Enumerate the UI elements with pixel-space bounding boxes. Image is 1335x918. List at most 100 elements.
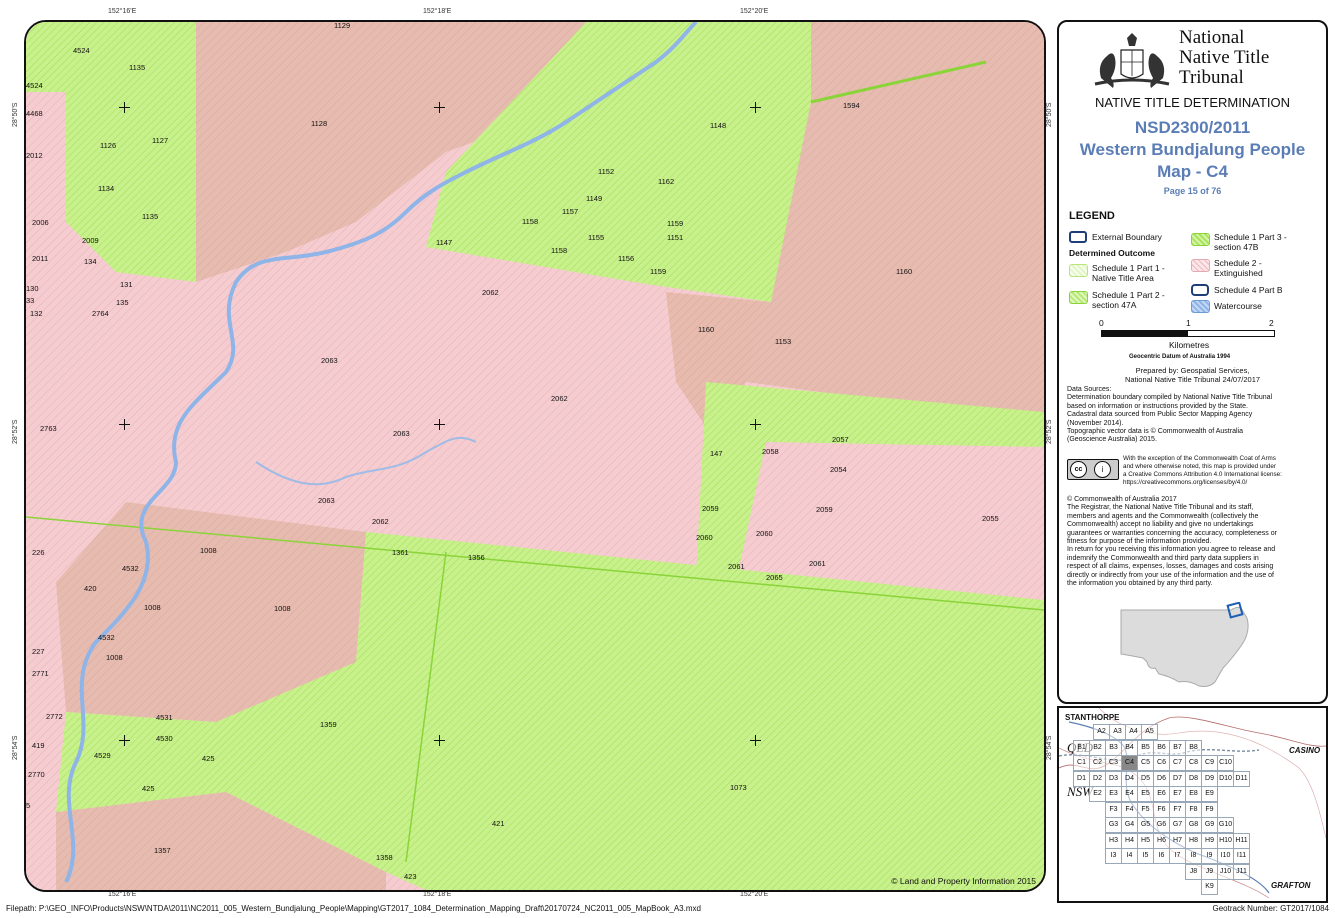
- map-index-cell-c7[interactable]: C7: [1169, 755, 1186, 771]
- map-index-cell-a3[interactable]: A3: [1109, 724, 1126, 740]
- map-index-cell-b1[interactable]: B1: [1073, 739, 1090, 756]
- map-index-cell-h7[interactable]: H7: [1169, 832, 1186, 849]
- map-index-cell-g6[interactable]: G6: [1153, 817, 1170, 833]
- map-index-cell-i3[interactable]: I3: [1105, 848, 1122, 864]
- map-index-cell-d10[interactable]: D10: [1217, 770, 1234, 787]
- determination-heading: NATIVE TITLE DETERMINATION: [1094, 95, 1291, 110]
- map-index-cell-k9[interactable]: K9: [1201, 879, 1218, 895]
- map-index-cell-d11[interactable]: D11: [1233, 770, 1250, 787]
- map-index-cell-h4[interactable]: H4: [1121, 832, 1138, 849]
- map-index-cell-j8[interactable]: J8: [1185, 863, 1202, 880]
- map-index-cell-g10[interactable]: G10: [1217, 817, 1234, 833]
- map-index-cell-g9[interactable]: G9: [1201, 817, 1218, 833]
- map-index-cell-h10[interactable]: H10: [1217, 832, 1234, 849]
- map-index-cell-j10[interactable]: J10: [1217, 863, 1234, 880]
- map-index-cell-f4[interactable]: F4: [1121, 801, 1138, 818]
- map-index-cell-d5[interactable]: D5: [1137, 770, 1154, 787]
- parcel-label: 2057: [832, 435, 849, 444]
- map-index-cell-e6[interactable]: E6: [1153, 786, 1170, 802]
- map-index-cell-a2[interactable]: A2: [1093, 724, 1110, 740]
- map-index-cell-i9[interactable]: I9: [1201, 848, 1218, 864]
- grid-cross: [750, 735, 761, 746]
- parcel-label: 1153: [775, 337, 792, 346]
- map-index-cell-e3[interactable]: E3: [1105, 786, 1122, 802]
- map-index-cell-d4[interactable]: D4: [1121, 770, 1138, 787]
- map-index-cell-e4[interactable]: E4: [1121, 786, 1138, 802]
- map-index-cell-c10[interactable]: C10: [1217, 755, 1234, 771]
- parcel-label: 2011: [32, 254, 49, 263]
- map-index-cell-b8[interactable]: B8: [1185, 739, 1202, 756]
- map-index-cell-e2[interactable]: E2: [1089, 786, 1106, 802]
- parcel-label: 1156: [618, 254, 635, 263]
- parcel-label: 1129: [334, 21, 351, 30]
- map-index-cell-f7[interactable]: F7: [1169, 801, 1186, 818]
- map-index-cell-i6[interactable]: I6: [1153, 848, 1170, 864]
- map-index-cell-f5[interactable]: F5: [1137, 801, 1154, 818]
- grid-cross: [434, 419, 445, 430]
- map-index-cell-g8[interactable]: G8: [1185, 817, 1202, 833]
- mapbook-index: STANTHORPE CASINO GRAFTON QLD NSW A2A3A4…: [1057, 706, 1328, 903]
- legend-panel: National Native Title Tribunal NATIVE TI…: [1057, 20, 1328, 704]
- map-index-cell-g4[interactable]: G4: [1121, 817, 1138, 833]
- parcel-label: 2060: [696, 533, 713, 542]
- map-index-cell-c6[interactable]: C6: [1153, 755, 1170, 771]
- map-index-cell-d2[interactable]: D2: [1089, 770, 1106, 787]
- map-index-cell-b4[interactable]: B4: [1121, 739, 1138, 756]
- map-index-cell-d1[interactable]: D1: [1073, 770, 1090, 787]
- parcel-label: 1073: [730, 783, 747, 792]
- schedule1-part1-swatch: [1069, 264, 1088, 277]
- parcel-label: 1126: [100, 141, 117, 150]
- map-index-cell-h5[interactable]: H5: [1137, 832, 1154, 849]
- schedule1-part3-swatch: [1191, 233, 1210, 246]
- map-index-cell-e5[interactable]: E5: [1137, 786, 1154, 802]
- map-index-cell-j9[interactable]: J9: [1201, 863, 1218, 880]
- map-index-cell-h11[interactable]: H11: [1233, 832, 1250, 849]
- map-index-cell-b7[interactable]: B7: [1169, 739, 1186, 756]
- map-index-cell-c1[interactable]: C1: [1073, 755, 1090, 771]
- parcel-label: 1155: [588, 233, 605, 242]
- map-index-cell-c2[interactable]: C2: [1089, 755, 1106, 771]
- map-index-cell-e9[interactable]: E9: [1201, 786, 1218, 802]
- map-index-cell-h3[interactable]: H3: [1105, 832, 1122, 849]
- map-index-cell-g3[interactable]: G3: [1105, 817, 1122, 833]
- map-index-cell-b3[interactable]: B3: [1105, 739, 1122, 756]
- map-index-cell-g5[interactable]: G5: [1137, 817, 1154, 833]
- map-index-cell-d8[interactable]: D8: [1185, 770, 1202, 787]
- map-index-cell-f6[interactable]: F6: [1153, 801, 1170, 818]
- grid-cross: [119, 102, 130, 113]
- map-index-cell-f9[interactable]: F9: [1201, 801, 1218, 818]
- map-index-cell-g7[interactable]: G7: [1169, 817, 1186, 833]
- map-index-cell-h6[interactable]: H6: [1153, 832, 1170, 849]
- map-index-cell-i8[interactable]: I8: [1185, 848, 1202, 864]
- map-index-cell-c4[interactable]: C4: [1121, 755, 1138, 771]
- map-index-cell-f8[interactable]: F8: [1185, 801, 1202, 818]
- map-index-cell-f3[interactable]: F3: [1105, 801, 1122, 818]
- map-index-cell-j11[interactable]: J11: [1233, 863, 1250, 880]
- scale-tick-1: 1: [1186, 318, 1191, 328]
- map-index-cell-i7[interactable]: I7: [1169, 848, 1186, 864]
- map-index-cell-e7[interactable]: E7: [1169, 786, 1186, 802]
- map-index-cell-b2[interactable]: B2: [1089, 739, 1106, 756]
- map-index-cell-d6[interactable]: D6: [1153, 770, 1170, 787]
- map-index-cell-h8[interactable]: H8: [1185, 832, 1202, 849]
- map-index-cell-c3[interactable]: C3: [1105, 755, 1122, 771]
- map-index-cell-i10[interactable]: I10: [1217, 848, 1234, 864]
- map-index-cell-d3[interactable]: D3: [1105, 770, 1122, 787]
- map-index-cell-e8[interactable]: E8: [1185, 786, 1202, 802]
- map-index-cell-a4[interactable]: A4: [1125, 724, 1142, 740]
- map-index-cell-i5[interactable]: I5: [1137, 848, 1154, 864]
- map-index-cell-i4[interactable]: I4: [1121, 848, 1138, 864]
- map-index-cell-i11[interactable]: I11: [1233, 848, 1250, 864]
- map-index-cell-c8[interactable]: C8: [1185, 755, 1202, 771]
- map-index-cell-c5[interactable]: C5: [1137, 755, 1154, 771]
- map-index-cell-d9[interactable]: D9: [1201, 770, 1218, 787]
- map-index-cell-b6[interactable]: B6: [1153, 739, 1170, 756]
- map-frame[interactable]: 4508 4524 1135 1129 4524 4468 1128 1148 1594 2012…: [24, 20, 1046, 892]
- scale-unit: Kilometres: [1169, 340, 1210, 350]
- map-index-cell-c9[interactable]: C9: [1201, 755, 1218, 771]
- parcel-label: 2058: [762, 447, 779, 456]
- map-index-cell-h9[interactable]: H9: [1201, 832, 1218, 849]
- map-index-cell-d7[interactable]: D7: [1169, 770, 1186, 787]
- map-index-cell-b5[interactable]: B5: [1137, 739, 1154, 756]
- map-index-cell-a5[interactable]: A5: [1141, 724, 1158, 740]
